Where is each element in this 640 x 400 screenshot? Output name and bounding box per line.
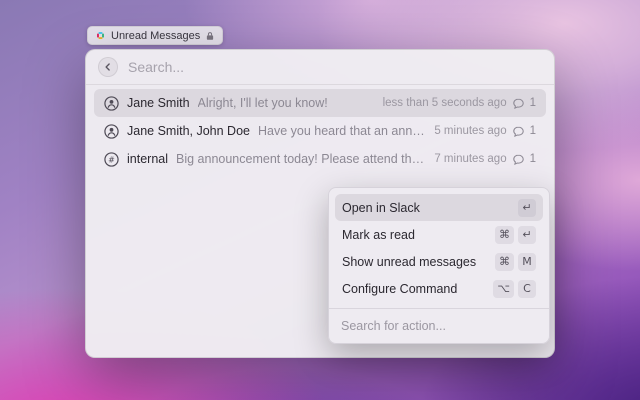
shortcut-keys: ↵ xyxy=(518,199,536,217)
back-button[interactable] xyxy=(98,57,118,77)
action-item-show-unread-messages[interactable]: Show unread messages ⌘ M xyxy=(335,248,543,275)
action-search-input[interactable] xyxy=(341,319,537,333)
command-tag-label: Unread Messages xyxy=(111,30,200,42)
message-row[interactable]: Jane Smith, John Doe Have you heard that… xyxy=(94,117,546,145)
message-title: Jane Smith xyxy=(127,96,190,110)
action-item-open-in-slack[interactable]: Open in Slack ↵ xyxy=(335,194,543,221)
chat-bubble-icon xyxy=(512,125,525,138)
message-meta: less than 5 seconds ago 1 xyxy=(383,97,536,110)
c-keycap: C xyxy=(518,280,536,298)
action-menu: Open in Slack ↵ Mark as read ⌘ ↵ Show un… xyxy=(328,187,550,344)
unread-count: 1 xyxy=(530,97,536,109)
chat-bubble-icon xyxy=(512,97,525,110)
message-time: less than 5 seconds ago xyxy=(383,97,507,109)
option-keycap: ⌥ xyxy=(493,280,514,298)
action-item-mark-as-read[interactable]: Mark as read ⌘ ↵ xyxy=(335,221,543,248)
search-input[interactable] xyxy=(128,59,542,75)
message-time: 7 minutes ago xyxy=(434,153,506,165)
message-time: 5 minutes ago xyxy=(434,125,506,137)
search-header xyxy=(86,50,554,85)
action-items: Open in Slack ↵ Mark as read ⌘ ↵ Show un… xyxy=(329,188,549,308)
launcher-window: Jane Smith Alright, I'll let you know! l… xyxy=(85,49,555,358)
unread-count: 1 xyxy=(530,125,536,137)
chevron-left-icon xyxy=(102,61,114,73)
svg-text:#: # xyxy=(108,155,115,164)
chat-bubble-icon xyxy=(512,153,525,166)
shortcut-keys: ⌥ C xyxy=(493,280,536,298)
message-row[interactable]: Jane Smith Alright, I'll let you know! l… xyxy=(94,89,546,117)
channel-circle-icon: # xyxy=(104,152,119,167)
message-title: Jane Smith, John Doe xyxy=(127,124,250,138)
action-label: Configure Command xyxy=(342,282,457,296)
action-search xyxy=(329,308,549,343)
command-tag[interactable]: Unread Messages xyxy=(87,26,223,45)
message-preview: Big announcement today! Please attend th… xyxy=(176,152,426,166)
message-preview: Have you heard that an announcement is c… xyxy=(258,124,426,138)
command-keycap: ⌘ xyxy=(495,253,514,271)
slack-icon xyxy=(95,30,106,41)
person-circle-icon xyxy=(104,124,119,139)
message-list: Jane Smith Alright, I'll let you know! l… xyxy=(86,85,554,177)
unread-count: 1 xyxy=(530,153,536,165)
message-meta: 7 minutes ago 1 xyxy=(434,153,536,166)
message-preview: Alright, I'll let you know! xyxy=(198,96,375,110)
action-label: Show unread messages xyxy=(342,255,476,269)
message-title: internal xyxy=(127,152,168,166)
message-row[interactable]: # internal Big announcement today! Pleas… xyxy=(94,145,546,173)
command-keycap: ⌘ xyxy=(495,226,514,244)
m-keycap: M xyxy=(518,253,536,271)
message-meta: 5 minutes ago 1 xyxy=(434,125,536,138)
return-keycap: ↵ xyxy=(518,226,536,244)
action-label: Mark as read xyxy=(342,228,415,242)
action-label: Open in Slack xyxy=(342,201,420,215)
lock-icon xyxy=(205,31,215,41)
action-item-configure-command[interactable]: Configure Command ⌥ C xyxy=(335,275,543,302)
return-keycap: ↵ xyxy=(518,199,536,217)
person-circle-icon xyxy=(104,96,119,111)
shortcut-keys: ⌘ ↵ xyxy=(495,226,536,244)
shortcut-keys: ⌘ M xyxy=(495,253,536,271)
